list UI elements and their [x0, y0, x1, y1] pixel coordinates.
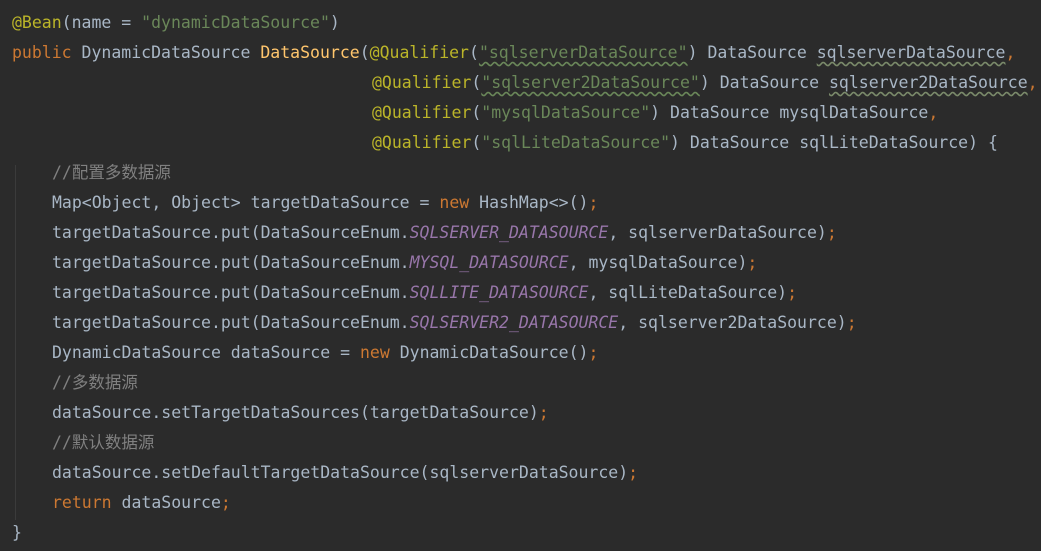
code-line-17[interactable]: return dataSource; — [52, 488, 231, 518]
code-line-9[interactable]: targetDataSource.put(DataSourceEnum.MYSQ… — [52, 248, 757, 278]
code-line-10[interactable]: targetDataSource.put(DataSourceEnum.SQLL… — [52, 278, 797, 308]
closing-brace: } — [12, 523, 22, 542]
code-line-11[interactable]: targetDataSource.put(DataSourceEnum.SQLS… — [52, 308, 857, 338]
code-line-3[interactable]: @Qualifier("sqlserver2DataSource") DataS… — [372, 68, 1038, 98]
code-comment: //多数据源 — [52, 373, 138, 392]
code-line-18[interactable]: } — [12, 518, 22, 548]
bean-annotation: @Bean — [12, 13, 62, 32]
code-line-16[interactable]: dataSource.setDefaultTargetDataSource(sq… — [52, 458, 638, 488]
code-line-6[interactable]: //配置多数据源 — [52, 158, 171, 188]
code-line-4[interactable]: @Qualifier("mysqlDataSource") DataSource… — [372, 98, 938, 128]
code-line-2[interactable]: public DynamicDataSource DataSource(@Qua… — [12, 38, 1015, 68]
code-line-8[interactable]: targetDataSource.put(DataSourceEnum.SQLS… — [52, 218, 837, 248]
method-name: DataSource — [260, 43, 360, 62]
code-line-14[interactable]: dataSource.setTargetDataSources(targetDa… — [52, 398, 549, 428]
code-line-15[interactable]: //默认数据源 — [52, 428, 154, 458]
code-line-1[interactable]: @Bean(name = "dynamicDataSource") — [12, 8, 340, 38]
code-comment: //配置多数据源 — [52, 163, 171, 182]
code-line-13[interactable]: //多数据源 — [52, 368, 138, 398]
bean-name-string: "dynamicDataSource" — [141, 13, 330, 32]
code-line-7[interactable]: Map<Object, Object> targetDataSource = n… — [52, 188, 598, 218]
code-comment: //默认数据源 — [52, 433, 155, 452]
code-editor[interactable]: @Bean(name = "dynamicDataSource") public… — [0, 0, 1041, 551]
code-line-5[interactable]: @Qualifier("sqlLiteDataSource") DataSour… — [372, 128, 998, 158]
code-line-12[interactable]: DynamicDataSource dataSource = new Dynam… — [52, 338, 598, 368]
indent-guide — [15, 165, 16, 520]
